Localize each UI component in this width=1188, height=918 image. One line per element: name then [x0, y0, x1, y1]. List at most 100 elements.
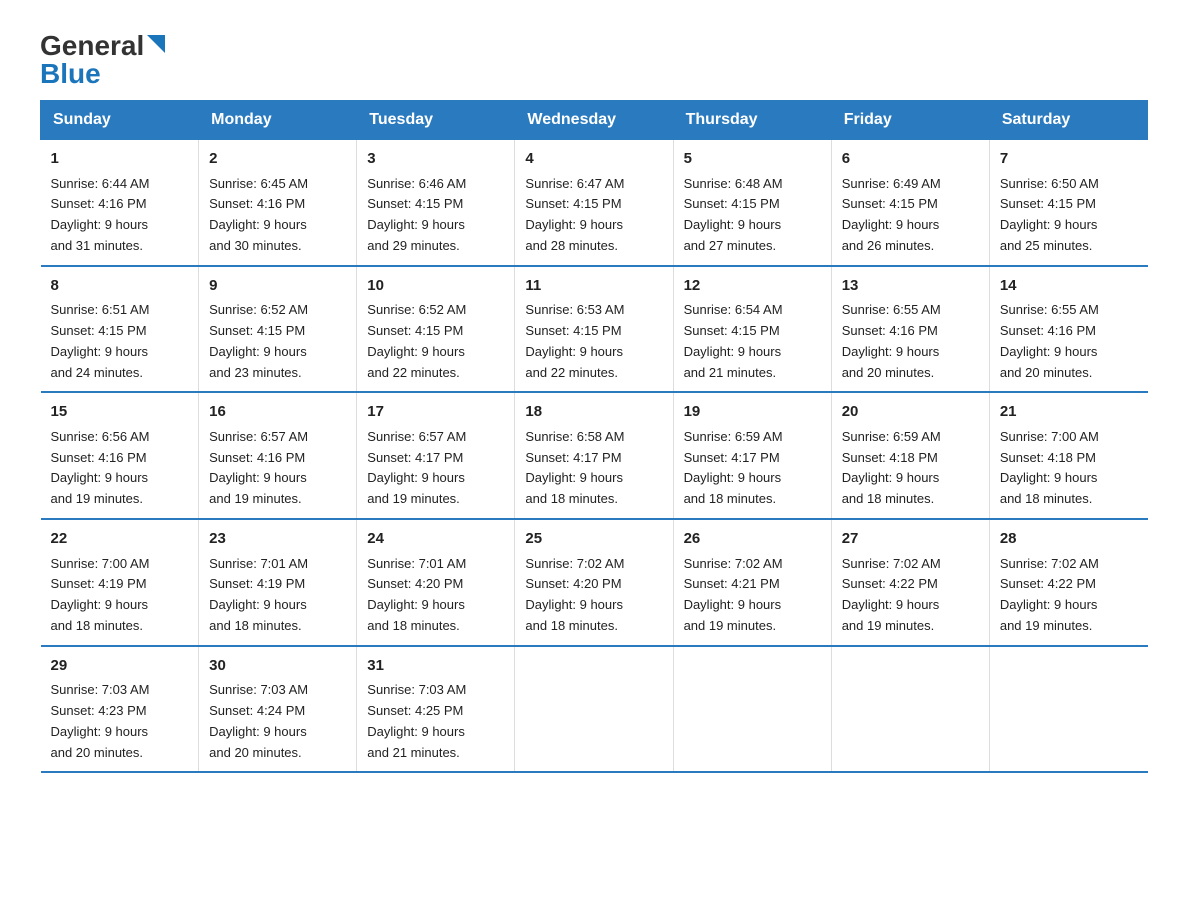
day-info: Sunrise: 7:01 AM Sunset: 4:20 PM Dayligh… — [367, 556, 466, 633]
day-cell-6: 6 Sunrise: 6:49 AM Sunset: 4:15 PM Dayli… — [831, 140, 989, 266]
day-cell-8: 8 Sunrise: 6:51 AM Sunset: 4:15 PM Dayli… — [41, 266, 199, 393]
day-number: 6 — [842, 148, 979, 171]
day-info: Sunrise: 6:48 AM Sunset: 4:15 PM Dayligh… — [684, 176, 783, 253]
day-number: 14 — [1000, 275, 1138, 298]
day-cell-21: 21 Sunrise: 7:00 AM Sunset: 4:18 PM Dayl… — [989, 392, 1147, 519]
day-cell-4: 4 Sunrise: 6:47 AM Sunset: 4:15 PM Dayli… — [515, 140, 673, 266]
day-info: Sunrise: 6:52 AM Sunset: 4:15 PM Dayligh… — [367, 302, 466, 379]
week-row-5: 29 Sunrise: 7:03 AM Sunset: 4:23 PM Dayl… — [41, 646, 1148, 773]
day-info: Sunrise: 7:03 AM Sunset: 4:23 PM Dayligh… — [51, 682, 150, 759]
day-cell-1: 1 Sunrise: 6:44 AM Sunset: 4:16 PM Dayli… — [41, 140, 199, 266]
day-number: 27 — [842, 528, 979, 551]
day-info: Sunrise: 6:47 AM Sunset: 4:15 PM Dayligh… — [525, 176, 624, 253]
day-info: Sunrise: 7:00 AM Sunset: 4:18 PM Dayligh… — [1000, 429, 1099, 506]
day-number: 9 — [209, 275, 346, 298]
day-cell-29: 29 Sunrise: 7:03 AM Sunset: 4:23 PM Dayl… — [41, 646, 199, 773]
day-info: Sunrise: 6:59 AM Sunset: 4:18 PM Dayligh… — [842, 429, 941, 506]
day-number: 15 — [51, 401, 189, 424]
day-number: 5 — [684, 148, 821, 171]
day-cell-14: 14 Sunrise: 6:55 AM Sunset: 4:16 PM Dayl… — [989, 266, 1147, 393]
col-header-monday: Monday — [199, 101, 357, 140]
day-info: Sunrise: 6:56 AM Sunset: 4:16 PM Dayligh… — [51, 429, 150, 506]
day-info: Sunrise: 7:03 AM Sunset: 4:24 PM Dayligh… — [209, 682, 308, 759]
day-cell-31: 31 Sunrise: 7:03 AM Sunset: 4:25 PM Dayl… — [357, 646, 515, 773]
day-cell-20: 20 Sunrise: 6:59 AM Sunset: 4:18 PM Dayl… — [831, 392, 989, 519]
day-number: 30 — [209, 655, 346, 678]
day-number: 8 — [51, 275, 189, 298]
day-cell-3: 3 Sunrise: 6:46 AM Sunset: 4:15 PM Dayli… — [357, 140, 515, 266]
week-row-1: 1 Sunrise: 6:44 AM Sunset: 4:16 PM Dayli… — [41, 140, 1148, 266]
calendar: SundayMondayTuesdayWednesdayThursdayFrid… — [40, 100, 1148, 773]
day-cell-15: 15 Sunrise: 6:56 AM Sunset: 4:16 PM Dayl… — [41, 392, 199, 519]
day-number: 1 — [51, 148, 189, 171]
day-info: Sunrise: 6:55 AM Sunset: 4:16 PM Dayligh… — [842, 302, 941, 379]
logo-blue: Blue — [40, 58, 101, 90]
day-info: Sunrise: 6:51 AM Sunset: 4:15 PM Dayligh… — [51, 302, 150, 379]
day-cell-27: 27 Sunrise: 7:02 AM Sunset: 4:22 PM Dayl… — [831, 519, 989, 646]
day-info: Sunrise: 6:50 AM Sunset: 4:15 PM Dayligh… — [1000, 176, 1099, 253]
day-number: 23 — [209, 528, 346, 551]
day-number: 3 — [367, 148, 504, 171]
day-cell-22: 22 Sunrise: 7:00 AM Sunset: 4:19 PM Dayl… — [41, 519, 199, 646]
day-cell-19: 19 Sunrise: 6:59 AM Sunset: 4:17 PM Dayl… — [673, 392, 831, 519]
day-number: 19 — [684, 401, 821, 424]
col-header-friday: Friday — [831, 101, 989, 140]
day-cell-23: 23 Sunrise: 7:01 AM Sunset: 4:19 PM Dayl… — [199, 519, 357, 646]
day-cell-24: 24 Sunrise: 7:01 AM Sunset: 4:20 PM Dayl… — [357, 519, 515, 646]
day-info: Sunrise: 7:03 AM Sunset: 4:25 PM Dayligh… — [367, 682, 466, 759]
day-cell-9: 9 Sunrise: 6:52 AM Sunset: 4:15 PM Dayli… — [199, 266, 357, 393]
day-info: Sunrise: 6:57 AM Sunset: 4:16 PM Dayligh… — [209, 429, 308, 506]
day-info: Sunrise: 6:44 AM Sunset: 4:16 PM Dayligh… — [51, 176, 150, 253]
col-header-tuesday: Tuesday — [357, 101, 515, 140]
day-cell-16: 16 Sunrise: 6:57 AM Sunset: 4:16 PM Dayl… — [199, 392, 357, 519]
week-row-4: 22 Sunrise: 7:00 AM Sunset: 4:19 PM Dayl… — [41, 519, 1148, 646]
col-header-sunday: Sunday — [41, 101, 199, 140]
day-cell-13: 13 Sunrise: 6:55 AM Sunset: 4:16 PM Dayl… — [831, 266, 989, 393]
day-info: Sunrise: 6:52 AM Sunset: 4:15 PM Dayligh… — [209, 302, 308, 379]
day-number: 24 — [367, 528, 504, 551]
day-info: Sunrise: 7:00 AM Sunset: 4:19 PM Dayligh… — [51, 556, 150, 633]
day-info: Sunrise: 6:55 AM Sunset: 4:16 PM Dayligh… — [1000, 302, 1099, 379]
day-number: 26 — [684, 528, 821, 551]
day-cell-2: 2 Sunrise: 6:45 AM Sunset: 4:16 PM Dayli… — [199, 140, 357, 266]
day-cell-7: 7 Sunrise: 6:50 AM Sunset: 4:15 PM Dayli… — [989, 140, 1147, 266]
day-number: 22 — [51, 528, 189, 551]
day-number: 16 — [209, 401, 346, 424]
day-cell-30: 30 Sunrise: 7:03 AM Sunset: 4:24 PM Dayl… — [199, 646, 357, 773]
page-header: General Blue — [40, 30, 1148, 90]
day-number: 17 — [367, 401, 504, 424]
day-number: 20 — [842, 401, 979, 424]
day-number: 18 — [525, 401, 662, 424]
day-number: 2 — [209, 148, 346, 171]
empty-cell — [989, 646, 1147, 773]
day-number: 13 — [842, 275, 979, 298]
day-number: 31 — [367, 655, 504, 678]
day-cell-11: 11 Sunrise: 6:53 AM Sunset: 4:15 PM Dayl… — [515, 266, 673, 393]
day-number: 12 — [684, 275, 821, 298]
day-info: Sunrise: 6:57 AM Sunset: 4:17 PM Dayligh… — [367, 429, 466, 506]
logo: General Blue — [40, 30, 165, 90]
day-cell-18: 18 Sunrise: 6:58 AM Sunset: 4:17 PM Dayl… — [515, 392, 673, 519]
day-cell-17: 17 Sunrise: 6:57 AM Sunset: 4:17 PM Dayl… — [357, 392, 515, 519]
day-number: 7 — [1000, 148, 1138, 171]
week-row-2: 8 Sunrise: 6:51 AM Sunset: 4:15 PM Dayli… — [41, 266, 1148, 393]
calendar-header-row: SundayMondayTuesdayWednesdayThursdayFrid… — [41, 101, 1148, 140]
day-number: 29 — [51, 655, 189, 678]
day-cell-28: 28 Sunrise: 7:02 AM Sunset: 4:22 PM Dayl… — [989, 519, 1147, 646]
day-number: 21 — [1000, 401, 1138, 424]
day-info: Sunrise: 7:02 AM Sunset: 4:22 PM Dayligh… — [842, 556, 941, 633]
day-info: Sunrise: 6:53 AM Sunset: 4:15 PM Dayligh… — [525, 302, 624, 379]
day-info: Sunrise: 6:54 AM Sunset: 4:15 PM Dayligh… — [684, 302, 783, 379]
day-number: 4 — [525, 148, 662, 171]
week-row-3: 15 Sunrise: 6:56 AM Sunset: 4:16 PM Dayl… — [41, 392, 1148, 519]
day-info: Sunrise: 7:01 AM Sunset: 4:19 PM Dayligh… — [209, 556, 308, 633]
empty-cell — [515, 646, 673, 773]
col-header-thursday: Thursday — [673, 101, 831, 140]
day-info: Sunrise: 7:02 AM Sunset: 4:21 PM Dayligh… — [684, 556, 783, 633]
day-info: Sunrise: 6:59 AM Sunset: 4:17 PM Dayligh… — [684, 429, 783, 506]
logo-arrow — [147, 35, 165, 58]
day-number: 11 — [525, 275, 662, 298]
day-cell-10: 10 Sunrise: 6:52 AM Sunset: 4:15 PM Dayl… — [357, 266, 515, 393]
day-info: Sunrise: 7:02 AM Sunset: 4:22 PM Dayligh… — [1000, 556, 1099, 633]
day-info: Sunrise: 6:49 AM Sunset: 4:15 PM Dayligh… — [842, 176, 941, 253]
